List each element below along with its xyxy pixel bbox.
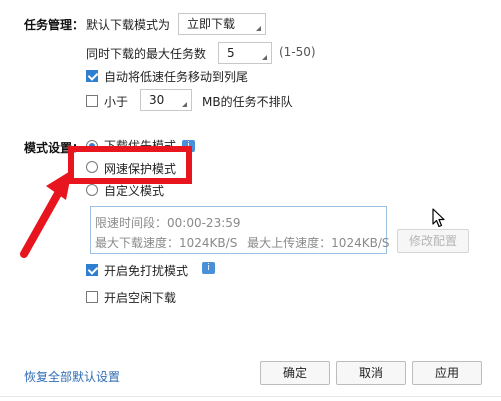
time-label: 限速时间段： [95, 216, 168, 230]
ok-button[interactable]: 确定 [260, 361, 330, 385]
max-download-value: 1024KB/S [179, 236, 238, 250]
no-disturb-checkbox[interactable] [86, 264, 98, 276]
info-icon[interactable]: i [202, 262, 215, 274]
restore-defaults-link[interactable]: 恢复全部默认设置 [24, 368, 120, 385]
max-upload-value: 1024KB/S [331, 236, 390, 250]
time-value: 00:00-23:59 [167, 216, 241, 230]
idle-download-label: 开启空闲下载 [104, 291, 177, 305]
apply-button[interactable]: 应用 [412, 361, 482, 385]
modify-config-button[interactable]: 修改配置 [397, 229, 469, 253]
speed-limit-box: 限速时间段：00:00-23:59 最大下载速度：1024KB/S 最大上传速度… [90, 206, 390, 254]
idle-download-checkbox[interactable] [86, 291, 98, 303]
max-download-label: 最大下载速度： [95, 236, 180, 250]
red-arrow-annotation [20, 170, 72, 258]
no-disturb-label: 开启免打扰模式 [104, 264, 189, 278]
cancel-button[interactable]: 取消 [336, 361, 406, 385]
bottom-divider [0, 396, 501, 397]
max-upload-label: 最大上传速度： [247, 236, 332, 250]
mouse-pointer-icon [432, 208, 445, 228]
